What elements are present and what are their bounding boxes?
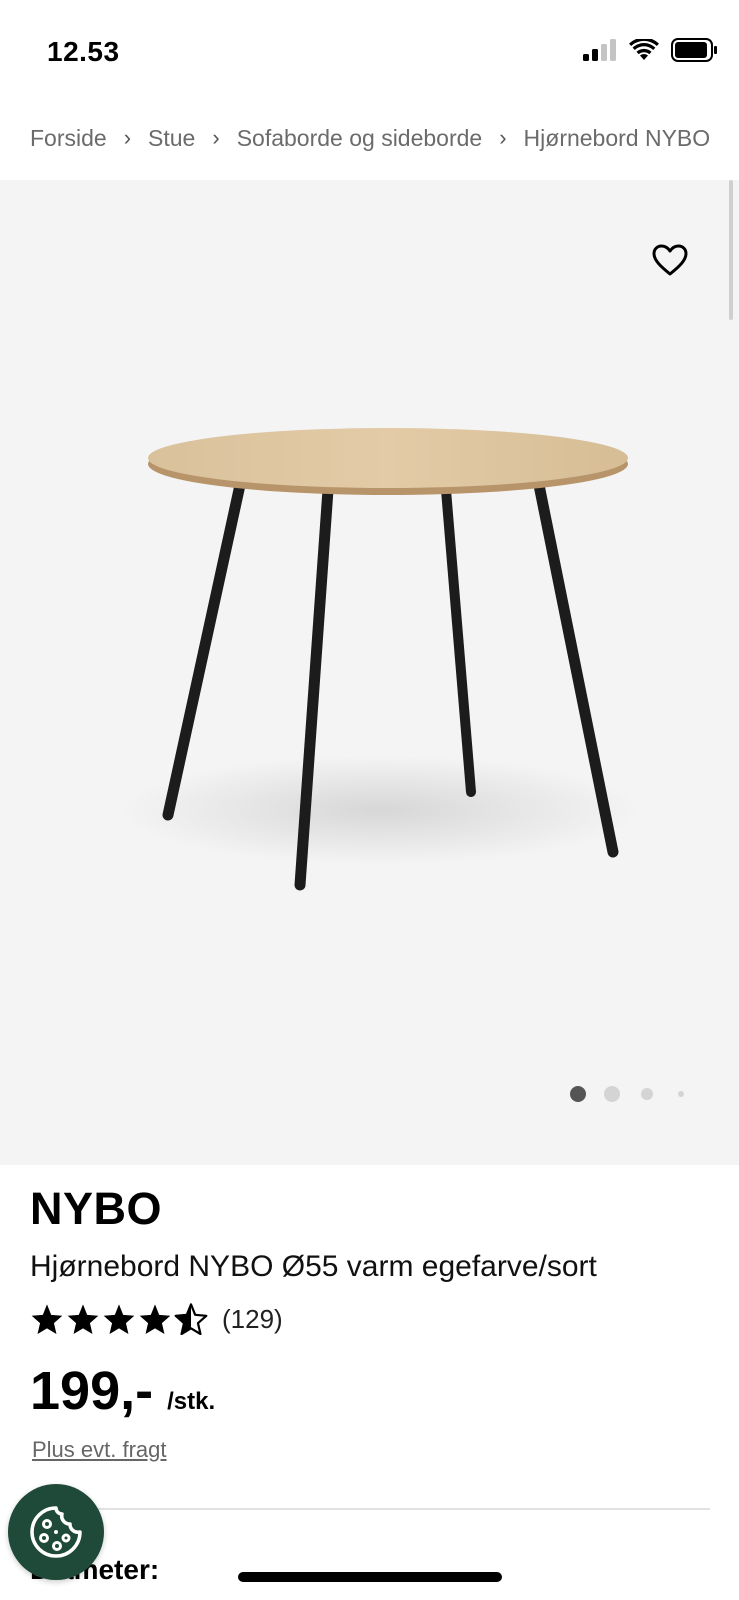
star-filled-icon: [139, 1304, 171, 1335]
breadcrumb-item-forside[interactable]: Forside: [30, 125, 107, 152]
status-time: 12.53: [47, 36, 120, 67]
chevron-right-icon: ›: [123, 125, 132, 150]
product-image: [120, 428, 640, 891]
pagination-dot[interactable]: [641, 1088, 653, 1100]
star-half-icon: [174, 1303, 208, 1335]
status-bar: 12.53: [0, 0, 739, 100]
star-filled-icon: [103, 1304, 135, 1335]
battery-icon: [671, 38, 717, 62]
product-rating[interactable]: (129): [30, 1303, 283, 1335]
star-filled-icon: [67, 1304, 99, 1335]
scrollbar[interactable]: [729, 180, 733, 320]
chevron-right-icon: ›: [212, 125, 220, 150]
pagination-dot[interactable]: [604, 1086, 620, 1102]
price-row: 199,- /stk.: [30, 1360, 215, 1422]
favorite-button[interactable]: [648, 238, 692, 282]
gallery-pagination: [570, 1086, 684, 1102]
price-unit: /stk.: [167, 1388, 216, 1415]
cookie-settings-button[interactable]: [8, 1484, 104, 1580]
pagination-dot-active[interactable]: [570, 1086, 586, 1102]
breadcrumb-item-stue[interactable]: Stue: [148, 125, 195, 152]
pagination-dot[interactable]: [678, 1091, 684, 1097]
wifi-icon: [629, 39, 659, 60]
breadcrumb: Forside › Stue › Sofaborde og sideborde …: [30, 118, 710, 158]
star-filled-icon: [31, 1304, 63, 1335]
cookie-icon: [30, 1506, 82, 1558]
review-count[interactable]: (129): [222, 1304, 283, 1335]
cellular-signal-icon: [583, 39, 616, 61]
product-brand: NYBO: [30, 1183, 163, 1234]
product-name: Hjørnebord NYBO Ø55 varm egefarve/sort: [30, 1250, 597, 1283]
home-indicator[interactable]: [238, 1572, 502, 1582]
product-image-gallery[interactable]: [0, 180, 739, 1165]
breadcrumb-item-current[interactable]: Hjørnebord NYBO: [524, 125, 710, 152]
rating-stars: [30, 1303, 208, 1335]
chevron-right-icon: ›: [499, 125, 507, 150]
status-icons: [583, 38, 717, 62]
divider: [30, 1508, 710, 1510]
heart-icon: [652, 244, 688, 276]
product-price: 199,-: [30, 1361, 154, 1421]
shipping-link[interactable]: Plus evt. fragt: [32, 1437, 167, 1463]
breadcrumb-item-sofaborde[interactable]: Sofaborde og sideborde: [237, 125, 483, 152]
